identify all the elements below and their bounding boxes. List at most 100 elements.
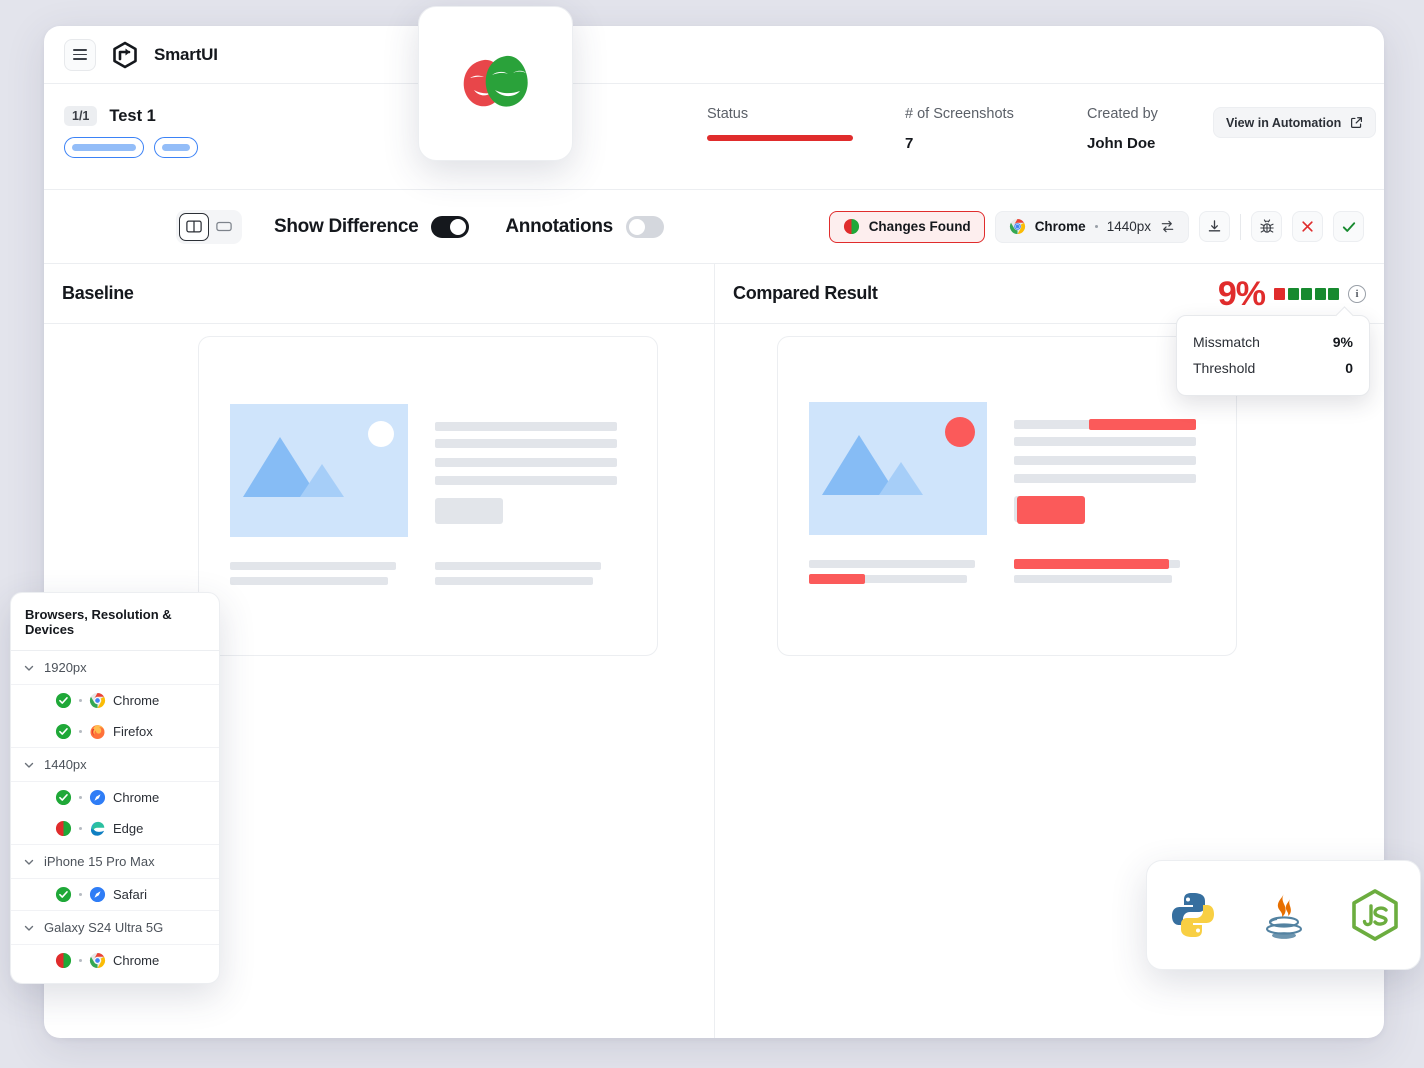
created-by-label: Created by bbox=[1087, 106, 1158, 122]
single-view-icon bbox=[216, 220, 232, 233]
check-icon bbox=[1341, 219, 1357, 235]
show-difference-toggle[interactable] bbox=[431, 215, 470, 238]
half-circle-red-green-icon bbox=[843, 218, 860, 235]
chrome-icon bbox=[89, 952, 106, 969]
compared-footer-line-diff bbox=[1014, 559, 1169, 569]
browser-item-chrome-galaxy[interactable]: Chrome bbox=[11, 945, 219, 983]
annotations-label: Annotations bbox=[505, 215, 613, 237]
screenshots-value: 7 bbox=[905, 135, 914, 152]
chrome-blue-icon bbox=[89, 789, 106, 806]
browser-item-label: Safari bbox=[113, 887, 147, 902]
changes-found-badge[interactable]: Changes Found bbox=[828, 210, 985, 243]
separator-dot-icon bbox=[79, 796, 82, 799]
annotations-toggle[interactable] bbox=[625, 215, 664, 238]
browser-item-safari-iphone[interactable]: Safari bbox=[11, 879, 219, 910]
screenshots-column: # of Screenshots 7 bbox=[905, 106, 1014, 152]
edge-icon bbox=[89, 820, 106, 837]
baseline-text-line bbox=[435, 422, 617, 431]
browser-resolution-select[interactable]: Chrome 1440px bbox=[994, 210, 1189, 243]
playwright-floating-card bbox=[418, 6, 573, 161]
nodejs-icon bbox=[1348, 888, 1402, 942]
test-count-badge: 1/1 bbox=[64, 106, 98, 126]
compared-footer-line-diff bbox=[809, 574, 865, 584]
created-by-column: Created by John Doe bbox=[1087, 106, 1158, 152]
status-changes-icon bbox=[55, 820, 72, 837]
mismatch-tooltip: Missmatch 9% Threshold 0 bbox=[1176, 315, 1370, 396]
separator-dot-icon bbox=[1094, 225, 1098, 228]
tooltip-row-threshold: Threshold 0 bbox=[1193, 355, 1353, 381]
compared-screenshot-mockup[interactable] bbox=[777, 336, 1237, 656]
browser-item-edge-1440[interactable]: Edge bbox=[11, 813, 219, 844]
languages-floating-card bbox=[1146, 860, 1421, 970]
tooltip-threshold-value: 0 bbox=[1345, 360, 1353, 376]
show-difference-label: Show Difference bbox=[274, 215, 419, 237]
browsers-group-1440px[interactable]: 1440px bbox=[11, 748, 219, 782]
reject-button[interactable] bbox=[1292, 211, 1323, 242]
download-button[interactable] bbox=[1199, 211, 1230, 242]
browsers-group-label: 1440px bbox=[44, 757, 87, 772]
baseline-footer-line bbox=[435, 577, 593, 585]
status-pass-icon bbox=[55, 692, 72, 709]
chevron-down-icon bbox=[23, 922, 35, 934]
chevron-down-icon bbox=[23, 662, 35, 674]
baseline-footer-line bbox=[230, 562, 396, 570]
python-icon bbox=[1166, 888, 1220, 942]
browser-item-firefox-1920[interactable]: Firefox bbox=[11, 716, 219, 747]
baseline-text-line bbox=[435, 476, 617, 485]
status-pass-icon bbox=[55, 886, 72, 903]
tooltip-mismatch-value: 9% bbox=[1332, 334, 1353, 350]
view-in-automation-label: View in Automation bbox=[1226, 115, 1342, 130]
browsers-group-1920px[interactable]: 1920px bbox=[11, 651, 219, 685]
brand-title: SmartUI bbox=[154, 44, 218, 64]
tag-placeholder-wide bbox=[64, 137, 144, 158]
screenshots-label: # of Screenshots bbox=[905, 106, 1014, 122]
browsers-group-galaxy[interactable]: Galaxy S24 Ultra 5G bbox=[11, 911, 219, 945]
compare-toolbar: Show Difference Annotations Changes Foun… bbox=[44, 190, 1384, 264]
browser-item-chrome-1920[interactable]: Chrome bbox=[11, 685, 219, 716]
view-in-automation-button[interactable]: View in Automation bbox=[1213, 107, 1377, 138]
compared-title: Compared Result bbox=[733, 283, 878, 303]
info-icon[interactable]: i bbox=[1348, 284, 1366, 303]
baseline-image-placeholder bbox=[230, 404, 408, 537]
status-pass-icon bbox=[55, 723, 72, 740]
chrome-icon bbox=[89, 692, 106, 709]
browsers-panel-title: Browsers, Resolution & Devices bbox=[11, 593, 219, 651]
tooltip-threshold-label: Threshold bbox=[1193, 360, 1256, 376]
report-bug-button[interactable] bbox=[1251, 211, 1282, 242]
browsers-resolution-devices-panel: Browsers, Resolution & Devices 1920px Ch… bbox=[10, 592, 220, 984]
baseline-footer-line bbox=[435, 562, 601, 570]
split-view-icon bbox=[186, 220, 202, 233]
browsers-group-label: 1920px bbox=[44, 660, 87, 675]
baseline-screenshot-mockup[interactable] bbox=[198, 336, 658, 656]
chevron-down-icon bbox=[23, 759, 35, 771]
status-bar bbox=[707, 135, 853, 141]
baseline-button-placeholder bbox=[435, 498, 503, 524]
separator-dot-icon bbox=[79, 893, 82, 896]
swap-arrows-icon[interactable] bbox=[1160, 219, 1175, 234]
compared-text-line bbox=[1014, 456, 1196, 465]
approve-button[interactable] bbox=[1333, 211, 1364, 242]
chrome-icon bbox=[1009, 218, 1026, 235]
browsers-group-label: Galaxy S24 Ultra 5G bbox=[44, 920, 164, 935]
chevron-down-icon bbox=[23, 856, 35, 868]
status-label: Status bbox=[707, 106, 749, 122]
browser-item-label: Chrome bbox=[113, 953, 160, 968]
hamburger-menu-icon[interactable] bbox=[64, 38, 96, 71]
compared-text-line-diff bbox=[1089, 419, 1196, 430]
compared-button-diff bbox=[1017, 496, 1085, 524]
segment-bar bbox=[1328, 287, 1339, 300]
tooltip-row-mismatch: Missmatch 9% bbox=[1193, 329, 1353, 355]
meta-actions: View in Automation bbox=[1213, 107, 1384, 138]
test-name: Test 1 bbox=[109, 106, 156, 125]
browser-item-chrome-1440[interactable]: Chrome bbox=[11, 782, 219, 813]
split-view-button[interactable] bbox=[179, 212, 209, 241]
browser-name: Chrome bbox=[1034, 219, 1086, 234]
toolbar-divider bbox=[1240, 213, 1241, 240]
single-view-button[interactable] bbox=[209, 213, 239, 241]
browsers-group-iphone[interactable]: iPhone 15 Pro Max bbox=[11, 845, 219, 879]
created-by-value: John Doe bbox=[1087, 135, 1156, 152]
browser-item-label: Chrome bbox=[113, 693, 160, 708]
compared-footer-line bbox=[1014, 575, 1172, 583]
segment-bar bbox=[1274, 287, 1285, 300]
java-icon bbox=[1257, 888, 1311, 942]
